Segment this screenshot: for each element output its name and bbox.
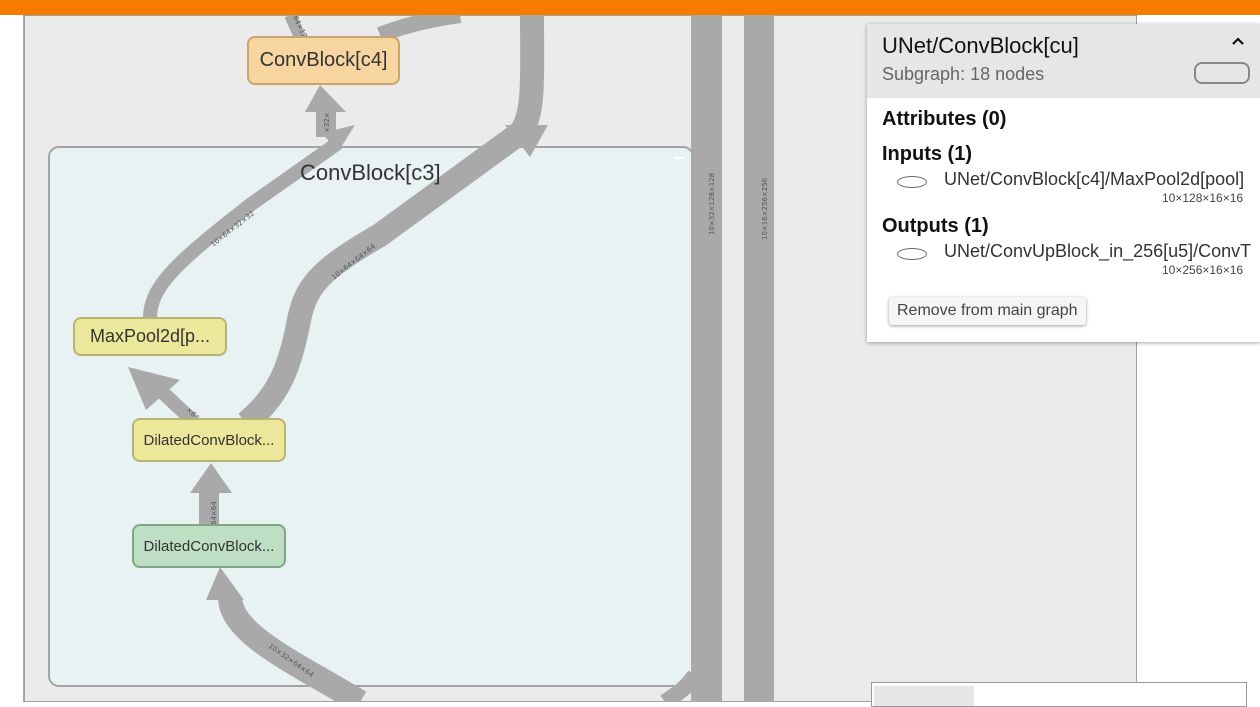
bus-edge-2	[744, 15, 774, 702]
panel-header: UNet/ConvBlock[cu] Subgraph: 18 nodes	[867, 24, 1260, 98]
node-maxpool2d[interactable]: MaxPool2d[p...	[73, 317, 227, 356]
outputs-heading: Outputs (1)	[882, 215, 989, 237]
node-dilated-conv-block-1[interactable]: DilatedConvBlock...	[132, 418, 286, 462]
attributes-heading: Attributes (0)	[882, 108, 1007, 130]
edge-label-c3-c4: ×32×	[323, 112, 331, 133]
output-node-icon	[897, 248, 927, 260]
node-info-panel: UNet/ConvBlock[cu] Subgraph: 18 nodes At…	[867, 24, 1260, 342]
output-shape: 10×256×16×16	[1162, 263, 1244, 277]
panel-subtitle: Subgraph: 18 nodes	[882, 64, 1045, 84]
input-shape: 10×128×16×16	[1162, 191, 1244, 205]
inputs-heading: Inputs (1)	[882, 143, 972, 165]
edge-label-dilated2-dilated1: 64×64	[210, 501, 218, 525]
output-row[interactable]: UNet/ConvUpBlock_in_256[u5]/ConvT 10×256…	[897, 241, 1260, 281]
panel-title: UNet/ConvBlock[cu]	[882, 33, 1079, 58]
node-dilated-conv-block-2[interactable]: DilatedConvBlock...	[132, 524, 286, 568]
node-convblock-c4[interactable]: ConvBlock[c4]	[247, 36, 400, 85]
bus-edge-1	[691, 15, 722, 702]
remove-from-main-graph-button[interactable]: Remove from main graph	[889, 297, 1086, 325]
input-node-icon	[897, 176, 927, 188]
input-name[interactable]: UNet/ConvBlock[c4]/MaxPool2d[pool]	[944, 169, 1244, 190]
input-row[interactable]: UNet/ConvBlock[c4]/MaxPool2d[pool] 10×12…	[897, 169, 1260, 209]
bus-label-2: 10×16×256×256	[761, 177, 769, 240]
group-title-convblock-c3[interactable]: ConvBlock[c3]	[300, 160, 441, 186]
output-name[interactable]: UNet/ConvUpBlock_in_256[u5]/ConvT	[944, 241, 1251, 262]
bus-label-1: 10×32×128×128	[708, 173, 716, 235]
minimap-viewport[interactable]	[874, 686, 974, 706]
group-collapse-icon[interactable]	[674, 157, 684, 159]
top-toolbar	[0, 0, 1260, 15]
minimap[interactable]	[871, 682, 1247, 707]
chevron-up-icon[interactable]	[1229, 34, 1247, 48]
panel-expand-toggle[interactable]	[1194, 62, 1250, 84]
